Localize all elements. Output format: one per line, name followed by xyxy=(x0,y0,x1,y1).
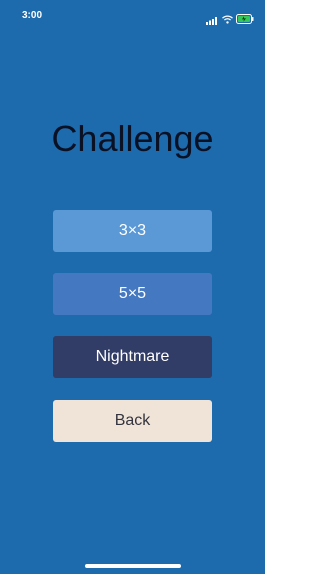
nightmare-button[interactable]: Nightmare xyxy=(53,336,212,378)
signal-icon xyxy=(206,12,218,30)
status-time: 3:00 xyxy=(22,10,43,21)
status-bar: 3:00 xyxy=(0,0,265,34)
challenge-screen: 3:00 Challenge 3×3 5×5 Nightmare Back xyxy=(0,0,265,574)
wifi-icon xyxy=(222,11,233,29)
5x5-button[interactable]: 5×5 xyxy=(53,273,212,315)
page-title: Challenge xyxy=(51,118,214,159)
home-indicator[interactable] xyxy=(85,564,181,568)
back-button[interactable]: Back xyxy=(53,400,212,442)
3x3-button[interactable]: 3×3 xyxy=(53,210,212,252)
battery-icon xyxy=(236,11,254,29)
